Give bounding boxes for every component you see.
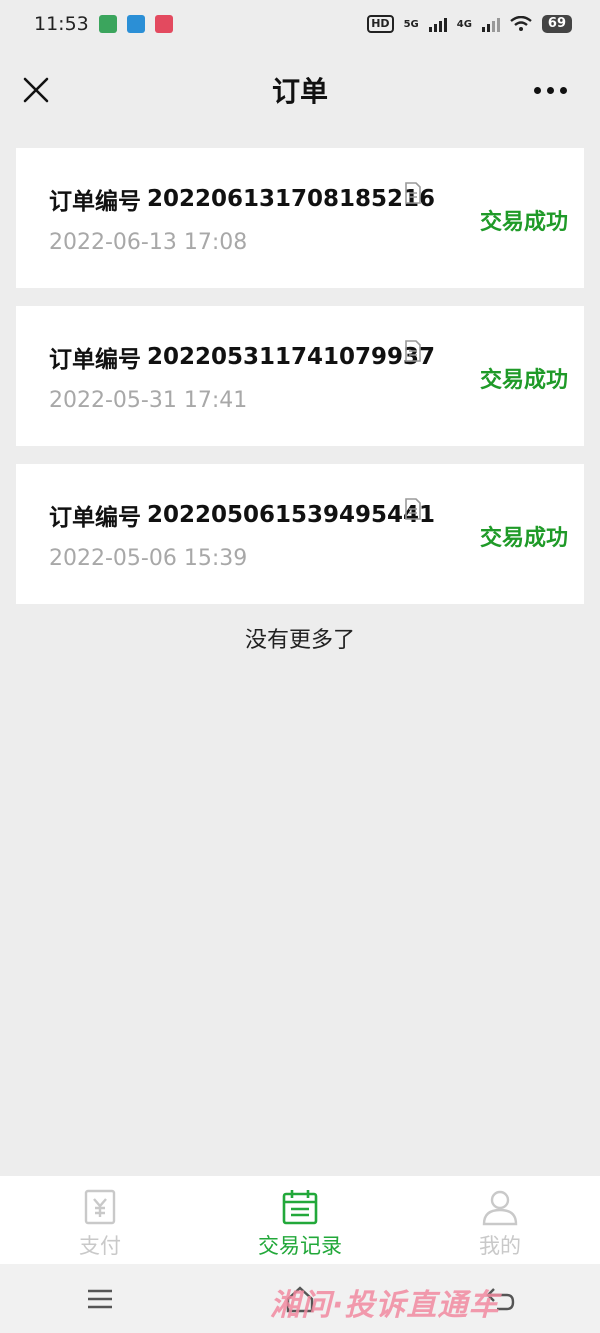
status-bar: 11:53 HD 5G 4G 69	[0, 0, 600, 48]
status-right: HD 5G 4G 69	[367, 15, 572, 33]
battery-indicator: 69	[541, 15, 572, 33]
network-5g-label: 5G	[403, 18, 419, 30]
app-notification-icon	[154, 15, 173, 33]
order-time: 2022-05-06 15:39	[49, 546, 248, 571]
calendar-icon	[282, 1190, 318, 1225]
status-time: 11:53	[34, 13, 89, 35]
order-card[interactable]: 订单编号 202205311741079937 2022-05-31 17:41…	[16, 306, 584, 446]
tab-label: 交易记录	[258, 1234, 342, 1258]
page-title: 订单	[271, 75, 328, 108]
order-number-label: 订单编号	[49, 189, 141, 215]
status-left: 11:53	[34, 13, 173, 35]
tab-mine[interactable]: 我的	[400, 1176, 600, 1264]
close-icon	[23, 77, 49, 103]
app-notification-icon	[98, 15, 117, 33]
signal-icon	[481, 16, 500, 32]
order-number: 订单编号 202205061539495441	[49, 498, 435, 532]
user-icon	[482, 1190, 518, 1226]
order-status: 交易成功	[479, 526, 568, 551]
order-number: 订单编号 202206131708185216	[49, 182, 435, 216]
list-end-text: 没有更多了	[244, 628, 355, 653]
receipt-icon	[84, 1189, 116, 1225]
menu-icon	[88, 1289, 112, 1308]
watermark-logo: 湘问·投诉直通车	[270, 1288, 500, 1323]
wifi-icon	[510, 16, 532, 31]
order-number-value: 202205311741079937	[147, 344, 436, 370]
order-number: 订单编号 202205311741079937	[49, 340, 435, 374]
order-card[interactable]: 订单编号 202205061539495441 2022-05-06 15:39…	[16, 464, 584, 604]
document-icon[interactable]	[404, 340, 422, 362]
menu-button[interactable]	[82, 1281, 118, 1317]
order-status: 交易成功	[479, 210, 568, 235]
order-number-label: 订单编号	[49, 505, 141, 531]
order-number-label: 订单编号	[49, 347, 141, 373]
tab-bar: 支付 交易记录 我的	[0, 1176, 600, 1264]
order-status: 交易成功	[479, 368, 568, 393]
tab-label: 我的	[479, 1234, 521, 1258]
close-button[interactable]	[18, 72, 54, 108]
order-list: 订单编号 202206131708185216 2022-06-13 17:08…	[16, 148, 584, 622]
network-4g-label: 4G	[456, 18, 472, 30]
more-icon	[559, 86, 567, 94]
tab-label: 支付	[79, 1234, 121, 1258]
order-number-value: 202205061539495441	[147, 502, 436, 528]
document-icon[interactable]	[404, 182, 422, 204]
tab-pay[interactable]: 支付	[0, 1176, 200, 1264]
order-time: 2022-06-13 17:08	[49, 230, 248, 255]
more-button[interactable]	[530, 78, 570, 102]
tab-records[interactable]: 交易记录	[200, 1176, 400, 1264]
document-icon[interactable]	[404, 498, 422, 520]
signal-icon	[428, 16, 447, 32]
nav-bar: 订单	[0, 48, 600, 132]
app-notification-icon	[126, 15, 145, 33]
more-icon	[546, 86, 554, 94]
hd-icon: HD	[367, 15, 394, 33]
more-icon	[533, 86, 541, 94]
order-time: 2022-05-31 17:41	[49, 388, 248, 413]
order-number-value: 202206131708185216	[147, 186, 436, 212]
order-card[interactable]: 订单编号 202206131708185216 2022-06-13 17:08…	[16, 148, 584, 288]
